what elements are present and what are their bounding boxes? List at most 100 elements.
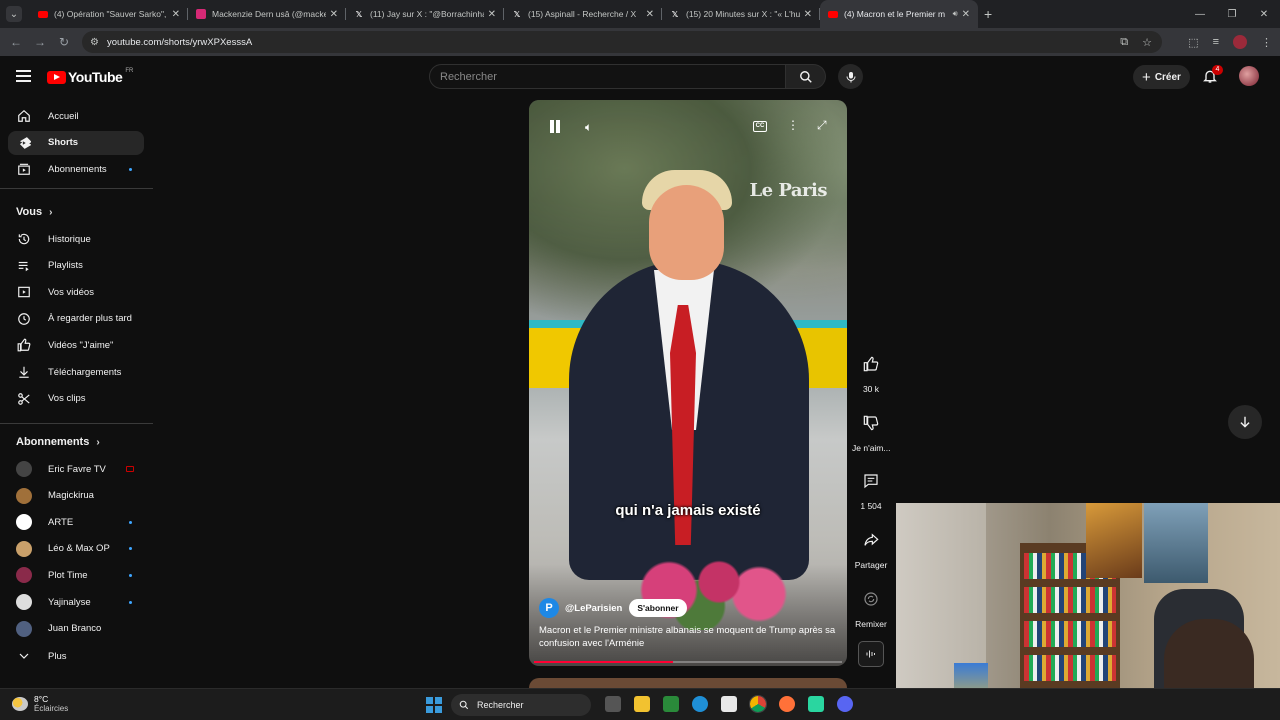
tab-close-icon[interactable]: ✕ [488,9,496,20]
menu-icon[interactable] [16,70,31,82]
nvidia-icon[interactable] [663,696,679,712]
create-label: Créer [1154,71,1181,83]
tab-audio-icon[interactable]: 🔊︎ [953,9,958,19]
remix-button[interactable] [853,581,889,617]
video-progress-bar[interactable] [534,661,842,663]
sidebar-section-you[interactable]: Vous › [16,206,52,218]
shorts-video-player[interactable]: Le Paris 🔈︎ CC ⋮ ⤢ qui n'a jamais existé… [529,100,847,666]
sidebar-item-label: ARTE [48,516,74,528]
sidebar-item-vos-vid-os[interactable]: Vos vidéos [8,280,144,304]
fullscreen-icon[interactable]: ⤢ [817,118,827,133]
webcam-poster [1086,503,1142,578]
channel-avatar[interactable]: P [539,598,559,618]
sidebar-item--regarder-plus-tard[interactable]: À regarder plus tard [8,307,144,331]
browser-menu-icon[interactable]: ⋮ [1261,36,1272,49]
sidebar-item-magickiru-[interactable]: Magickiruа [8,484,144,508]
close-window-icon[interactable]: ✕ [1248,9,1280,20]
sidebar-item-juan-branco[interactable]: Juan Branco [8,617,144,641]
sidebar-item-t-l-chargements[interactable]: Téléchargements [8,360,144,384]
cast-icon[interactable]: ⧉ [1120,36,1128,49]
captions-icon[interactable]: CC [753,121,767,132]
voice-search-button[interactable] [838,64,863,89]
app-icon[interactable] [808,696,824,712]
account-avatar[interactable] [1239,66,1259,86]
subscribe-button[interactable]: S'abonner [629,599,687,617]
media-control-icon[interactable]: ≡ [1213,36,1219,48]
new-tab-icon[interactable]: + [984,6,992,22]
tab-close-icon[interactable]: ✕ [172,9,180,20]
sidebar-item-yajinalyse[interactable]: Yajinalyse [8,590,144,614]
sidebar-item-accueil[interactable]: Accueil [8,104,144,128]
tab-close-icon[interactable]: ✕ [804,9,812,20]
forward-icon[interactable]: → [28,35,52,49]
restore-icon[interactable]: ❐ [1216,9,1248,20]
browser-tab[interactable]: 𝕏 (15) 20 Minutes sur X : "« L'hu ✕ [662,0,820,28]
back-icon[interactable]: ← [4,35,28,49]
playlists-icon [16,258,32,274]
tab-close-icon[interactable]: ✕ [646,9,654,20]
audio-track-button[interactable] [858,641,884,667]
address-bar: ← → ↻ ⚙ youtube.com/shorts/yrwXPXesssA ⧉… [0,28,1280,56]
firefox-icon[interactable] [779,696,795,712]
sidebar-divider [0,423,153,424]
sidebar-item-label: Accueil [48,110,79,122]
tab-close-icon[interactable]: ✕ [962,9,970,20]
browser-tab[interactable]: Mackenzie Dern usâ (@macke ✕ [188,0,346,28]
channel-handle[interactable]: @LeParisien [565,603,622,614]
taskbar: 8°C Éclaircies Rechercher [0,688,1280,720]
short-title[interactable]: Macron et le Premier ministre albanais s… [539,624,839,650]
pause-icon[interactable] [549,120,561,133]
new-content-dot [129,167,132,171]
dislike-button[interactable] [853,405,889,441]
profile-icon[interactable] [1233,35,1247,49]
create-button[interactable]: + Créer [1133,65,1190,89]
share-button[interactable] [853,522,889,558]
sidebar-item-vos-clips[interactable]: Vos clips [8,387,144,411]
browser-tab[interactable]: 𝕏 (15) Aspinall - Recherche / X ✕ [504,0,662,28]
sidebar-item-arte[interactable]: ARTE [8,510,144,534]
like-button[interactable] [853,346,889,382]
sidebar-item-playlists[interactable]: Playlists [8,254,144,278]
windows-start-icon[interactable] [426,697,442,713]
browser-tab[interactable]: (4) Opération "Sauver Sarko", le ✕ [30,0,188,28]
arrow-down-icon [1240,416,1250,428]
sidebar-item-l-o-max-op[interactable]: Léo & Max OP [8,537,144,561]
next-short-button[interactable] [1228,405,1262,439]
tab-search-icon[interactable]: ⌄ [6,6,22,22]
sidebar-item-shorts[interactable]: Shorts [8,130,144,155]
discord-icon[interactable] [837,696,853,712]
sidebar-item-plot-time[interactable]: Plot Time [8,563,144,587]
weather-widget[interactable]: 8°C Éclaircies [12,694,68,713]
shorts-icon [16,135,32,151]
reload-icon[interactable]: ↻ [52,35,76,49]
extensions-icon[interactable]: ⬚ [1188,36,1198,49]
store-icon[interactable] [721,696,737,712]
task-view-icon[interactable] [605,696,621,712]
sidebar-item-historique[interactable]: Historique [8,227,144,251]
comments-button[interactable] [853,463,889,499]
minimize-icon[interactable]: — [1184,9,1216,20]
sidebar-item-vid-os-j-aime-[interactable]: Vidéos "J'aime" [8,333,144,357]
volume-icon[interactable]: 🔈︎ [585,120,592,135]
chrome-icon[interactable] [749,695,767,713]
browser-tab[interactable]: 𝕏 (11) Jay sur X : "@Borrachinhal ✕ [346,0,504,28]
search-input[interactable]: Rechercher [429,64,786,89]
sidebar-section-subscriptions[interactable]: Abonnements › [16,436,100,448]
url-field[interactable]: ⚙ youtube.com/shorts/yrwXPXesssA ⧉ ☆ [82,31,1162,53]
sidebar-item-eric-favre-tv[interactable]: Eric Favre TV [8,457,144,481]
youtube-logo[interactable]: YouTube FR [47,68,133,85]
bookmark-star-icon[interactable]: ☆ [1142,36,1152,49]
file-explorer-icon[interactable] [634,696,650,712]
tab-close-icon[interactable]: ✕ [330,9,338,20]
search-button[interactable] [786,64,826,89]
browser-tab[interactable]: (4) Macron et le Premier m 🔊︎ ✕ [820,0,978,28]
edge-icon[interactable] [692,696,708,712]
sidebar-more-button[interactable]: Plus [8,644,144,668]
microphone-icon [846,71,855,82]
more-options-icon[interactable]: ⋮ [787,118,799,132]
liked-icon [16,337,32,353]
site-info-icon[interactable]: ⚙ [90,37,99,48]
taskbar-search[interactable]: Rechercher [451,694,591,716]
sidebar-item-abonnements[interactable]: Abonnements [8,157,144,181]
remix-icon [864,592,878,606]
